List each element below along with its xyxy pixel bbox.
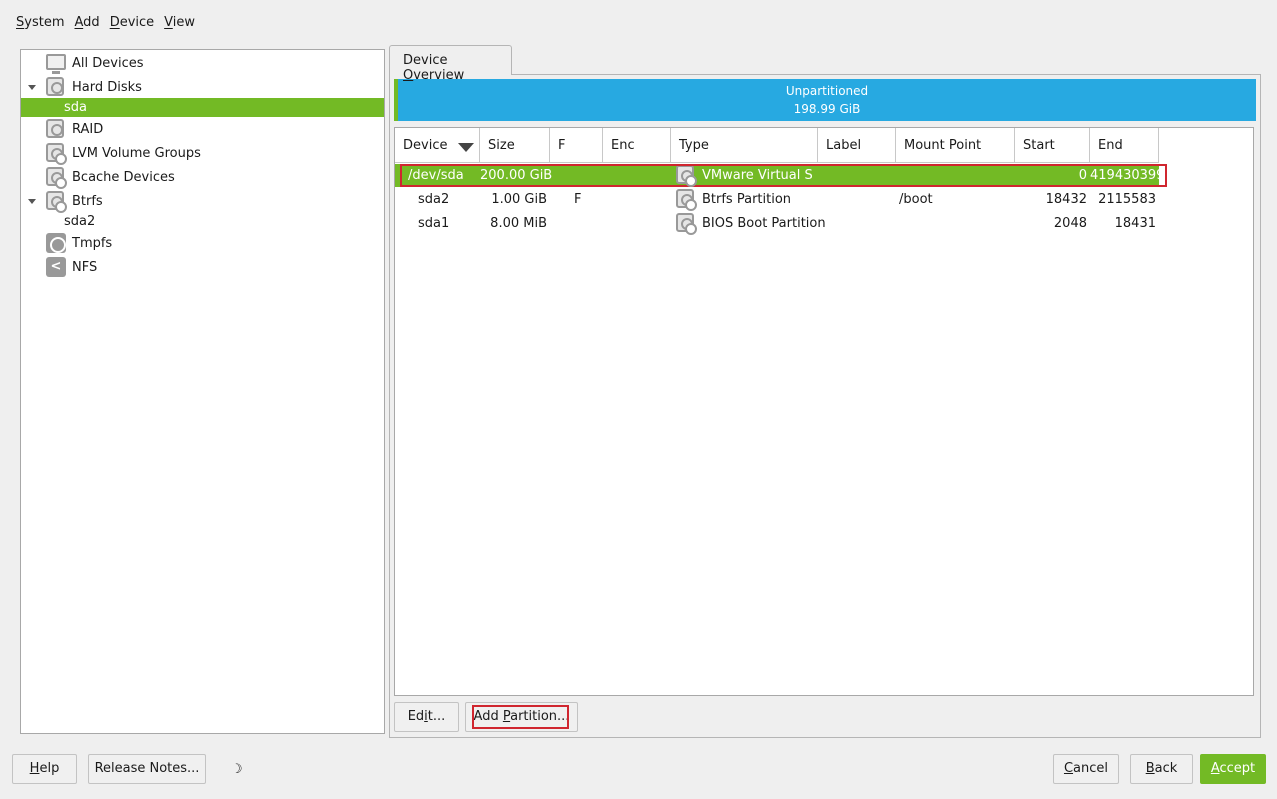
tree-item-raid[interactable]: RAID <box>21 118 384 140</box>
partition-table[interactable]: Device Size F Enc Type Label Mount Point… <box>394 127 1254 696</box>
hard-disk-icon <box>676 165 697 187</box>
tree-item-lvm[interactable]: LVM Volume Groups <box>21 142 384 165</box>
raid-icon <box>46 119 66 139</box>
sort-descending-icon <box>458 143 474 152</box>
edit-button[interactable]: Edit... <box>394 702 459 732</box>
tree-item-hard-disks[interactable]: Hard Disks <box>21 76 384 98</box>
hard-disk-icon <box>676 189 697 211</box>
usage-size: 198.99 GiB <box>793 102 861 116</box>
menu-view[interactable]: View <box>160 13 199 33</box>
hard-disk-icon <box>46 77 66 97</box>
device-tree[interactable]: All Devices Hard Disks sda RAID LVM Volu… <box>20 49 385 734</box>
menu-add[interactable]: Add <box>71 13 104 33</box>
share-icon: < <box>46 257 66 277</box>
tab-device-overview[interactable]: Device Overview <box>389 45 512 83</box>
expand-arrow-icon[interactable] <box>27 197 37 207</box>
tree-item-bcache[interactable]: Bcache Devices <box>21 166 384 189</box>
table-row[interactable]: sda1 8.00 MiB BIOS Boot Partition 2048 1… <box>395 212 1159 235</box>
tree-item-all-devices[interactable]: All Devices <box>21 52 384 74</box>
column-header-label[interactable]: Label <box>818 128 896 163</box>
lvm-icon <box>46 143 67 165</box>
menu-system[interactable]: System <box>12 13 69 33</box>
expand-arrow-icon[interactable] <box>27 83 37 93</box>
cancel-button[interactable]: Cancel <box>1053 754 1119 784</box>
tree-item-tmpfs[interactable]: Tmpfs <box>21 232 384 254</box>
clock-icon <box>46 233 66 253</box>
column-header-start[interactable]: Start <box>1015 128 1090 163</box>
bcache-icon <box>46 167 67 189</box>
table-row[interactable]: sda2 1.00 GiB F Btrfs Partition /boot 18… <box>395 188 1159 211</box>
accept-button[interactable]: Accept <box>1200 754 1266 784</box>
menu-device[interactable]: Device <box>106 13 158 33</box>
tree-item-nfs[interactable]: < NFS <box>21 256 384 278</box>
column-header-f[interactable]: F <box>550 128 603 163</box>
column-header-type[interactable]: Type <box>671 128 818 163</box>
disk-usage-bar: Unpartitioned 198.99 GiB <box>394 79 1256 121</box>
menu-bar: System Add Device View <box>12 13 201 33</box>
table-row[interactable]: /dev/sda 200.00 GiB VMware Virtual S 0 4… <box>395 164 1164 187</box>
tree-item-sda2[interactable]: sda2 <box>21 211 384 231</box>
monitor-icon <box>46 54 66 74</box>
help-button[interactable]: Help <box>12 754 77 784</box>
hard-disk-icon <box>676 213 697 235</box>
add-partition-button[interactable]: Add Partition... <box>465 702 578 732</box>
release-notes-button[interactable]: Release Notes... <box>88 754 206 784</box>
usage-label: Unpartitioned <box>785 84 869 98</box>
tree-item-btrfs[interactable]: Btrfs <box>21 190 384 213</box>
column-header-device[interactable]: Device <box>395 128 480 163</box>
column-header-enc[interactable]: Enc <box>603 128 671 163</box>
btrfs-icon <box>46 191 67 213</box>
moon-icon: ☽ <box>231 762 243 777</box>
back-button[interactable]: Back <box>1130 754 1193 784</box>
column-header-end[interactable]: End <box>1090 128 1159 163</box>
tree-item-sda[interactable]: sda <box>21 98 384 117</box>
column-header-size[interactable]: Size <box>480 128 550 163</box>
column-header-mount-point[interactable]: Mount Point <box>896 128 1015 163</box>
